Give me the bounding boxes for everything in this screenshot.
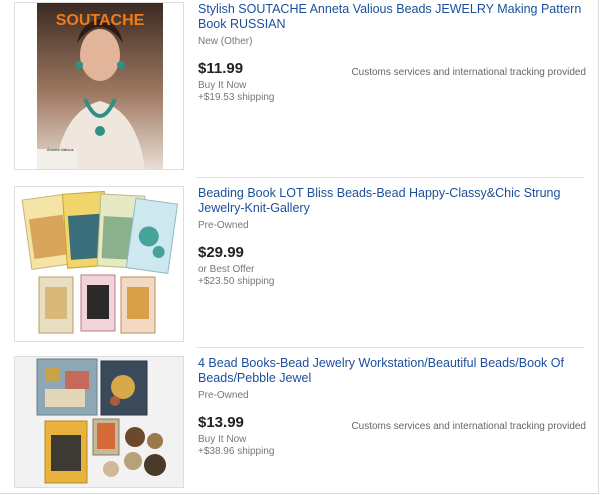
listing-shipping: +$19.53 shipping	[198, 92, 275, 103]
listing-buy-format: Buy It Now	[198, 80, 247, 91]
listing-info: Stylish SOUTACHE Anneta Valious Beads JE…	[198, 2, 590, 103]
listing-title-link[interactable]: Stylish SOUTACHE Anneta Valious Beads JE…	[198, 2, 590, 32]
listing-info: 4 Bead Books-Bead Jewelry Workstation/Be…	[198, 356, 590, 457]
listing-customs-note: Customs services and international track…	[351, 67, 586, 78]
cover-title-text: SOUTACHE	[56, 12, 145, 29]
listing-price: $29.99	[198, 244, 244, 261]
beading-books-lot-image	[15, 187, 183, 341]
listing-divider	[196, 347, 584, 348]
soutache-book-cover-image: SOUTACHE Anneta Valious	[37, 3, 163, 169]
listing-shipping: +$23.50 shipping	[198, 276, 275, 287]
bead-books-set-image	[15, 357, 183, 487]
listing-buy-format: or Best Offer	[198, 264, 255, 275]
listing-thumbnail[interactable]	[14, 356, 184, 488]
cover-author-text: Anneta Valious	[47, 147, 74, 152]
listing-condition: Pre-Owned	[198, 220, 249, 231]
listing-condition: New (Other)	[198, 36, 253, 47]
listing-divider	[196, 177, 584, 178]
listing-title-link[interactable]: Beading Book LOT Bliss Beads-Bead Happy-…	[198, 186, 590, 216]
listing-shipping: +$38.96 shipping	[198, 446, 275, 457]
listing-thumbnail[interactable]	[14, 186, 184, 342]
listing-condition: Pre-Owned	[198, 390, 249, 401]
listing-buy-format: Buy It Now	[198, 434, 247, 445]
listing-title-link[interactable]: 4 Bead Books-Bead Jewelry Workstation/Be…	[198, 356, 590, 386]
listing-info: Beading Book LOT Bliss Beads-Bead Happy-…	[198, 186, 590, 287]
listing-customs-note: Customs services and international track…	[351, 421, 586, 432]
listing-thumbnail[interactable]: SOUTACHE Anneta Valious	[14, 2, 184, 170]
